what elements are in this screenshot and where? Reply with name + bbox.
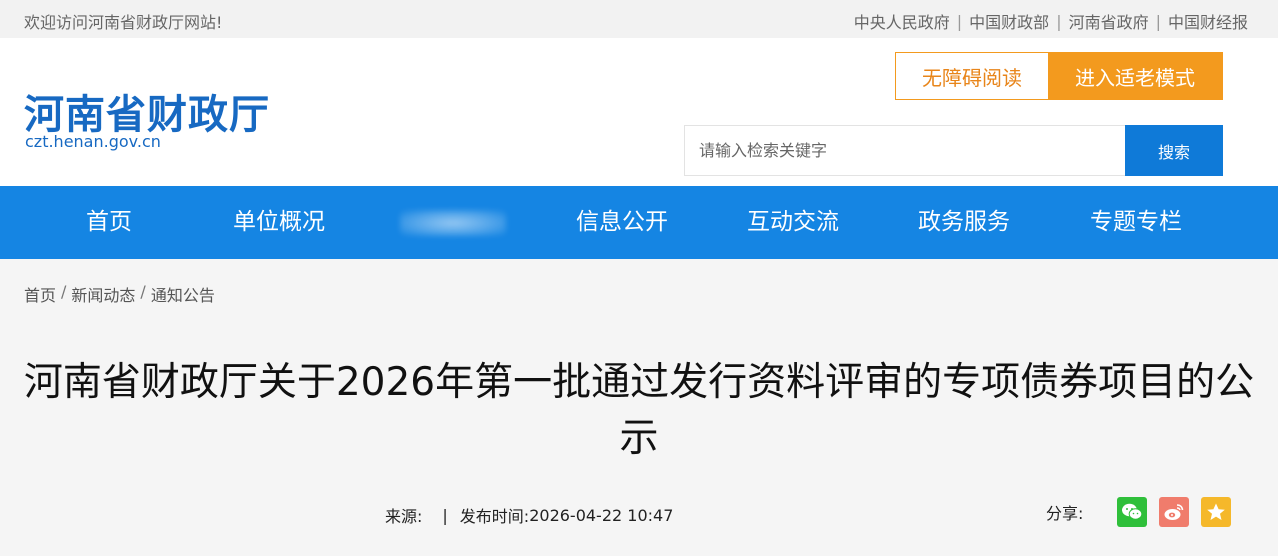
breadcrumb-separator: / [61, 282, 67, 301]
breadcrumb-separator: / [140, 282, 146, 301]
link-separator: | [1155, 11, 1161, 31]
breadcrumb-news[interactable]: 新闻动态 [71, 282, 135, 306]
article-meta: 来源: | 发布时间: 2026-04-22 10:47 [385, 503, 673, 527]
breadcrumb: 首页 / 新闻动态 / 通知公告 [24, 282, 215, 306]
link-finance-news[interactable]: 中国财经报 [1168, 9, 1248, 33]
site-header: 河南省财政厅 czt.henan.gov.cn 无障碍阅读 进入适老模式 搜索 [0, 38, 1278, 186]
nav-item-interaction[interactable]: 互动交流 [747, 186, 839, 259]
weibo-icon[interactable] [1159, 497, 1190, 527]
link-central-gov[interactable]: 中央人民政府 [854, 9, 950, 33]
nav-item-about[interactable]: 单位概况 [233, 186, 325, 259]
share-bar: 分享: [1046, 497, 1232, 527]
nav-item-home[interactable]: 首页 [86, 186, 132, 259]
publish-label: 发布时间: [459, 507, 530, 526]
nav-item-services[interactable]: 政务服务 [918, 186, 1010, 259]
site-logo-domain: czt.henan.gov.cn [25, 132, 161, 151]
search-input[interactable] [684, 125, 1126, 176]
link-mof[interactable]: 中国财政部 [969, 9, 1049, 33]
nav-item-blurred[interactable] [400, 210, 506, 236]
welcome-text: 欢迎访问河南省财政厅网站! [24, 13, 223, 32]
source-label: 来源: [385, 507, 423, 526]
link-separator: | [956, 11, 963, 31]
article-title: 河南省财政厅关于2026年第一批通过发行资料评审的专项债券项目的公示 [23, 360, 1255, 461]
elder-mode-button[interactable]: 进入适老模式 [1048, 53, 1222, 99]
top-links: 中央人民政府 | 中国财政部 | 河南省政府 | 中国财经报 [854, 9, 1248, 33]
main-nav: 首页 单位概况 信息公开 互动交流 政务服务 专题专栏 [0, 186, 1278, 259]
reading-mode-group: 无障碍阅读 进入适老模式 [895, 52, 1223, 100]
accessible-reading-button[interactable]: 无障碍阅读 [896, 53, 1048, 99]
wechat-icon[interactable] [1117, 497, 1148, 527]
nav-item-info-public[interactable]: 信息公开 [576, 186, 668, 259]
link-separator: | [1056, 11, 1062, 31]
top-bar: 欢迎访问河南省财政厅网站! 中央人民政府 | 中国财政部 | 河南省政府 | 中… [0, 0, 1278, 38]
meta-separator: | [442, 505, 448, 525]
share-label: 分享: [1046, 504, 1084, 523]
search-button[interactable]: 搜索 [1125, 125, 1223, 176]
favorite-star-icon[interactable] [1201, 497, 1232, 527]
nav-item-topics[interactable]: 专题专栏 [1090, 186, 1182, 259]
publish-time: 2026-04-22 10:47 [529, 505, 674, 525]
breadcrumb-notices[interactable]: 通知公告 [151, 282, 215, 306]
breadcrumb-home[interactable]: 首页 [24, 282, 56, 306]
link-henan-gov[interactable]: 河南省政府 [1069, 9, 1149, 33]
